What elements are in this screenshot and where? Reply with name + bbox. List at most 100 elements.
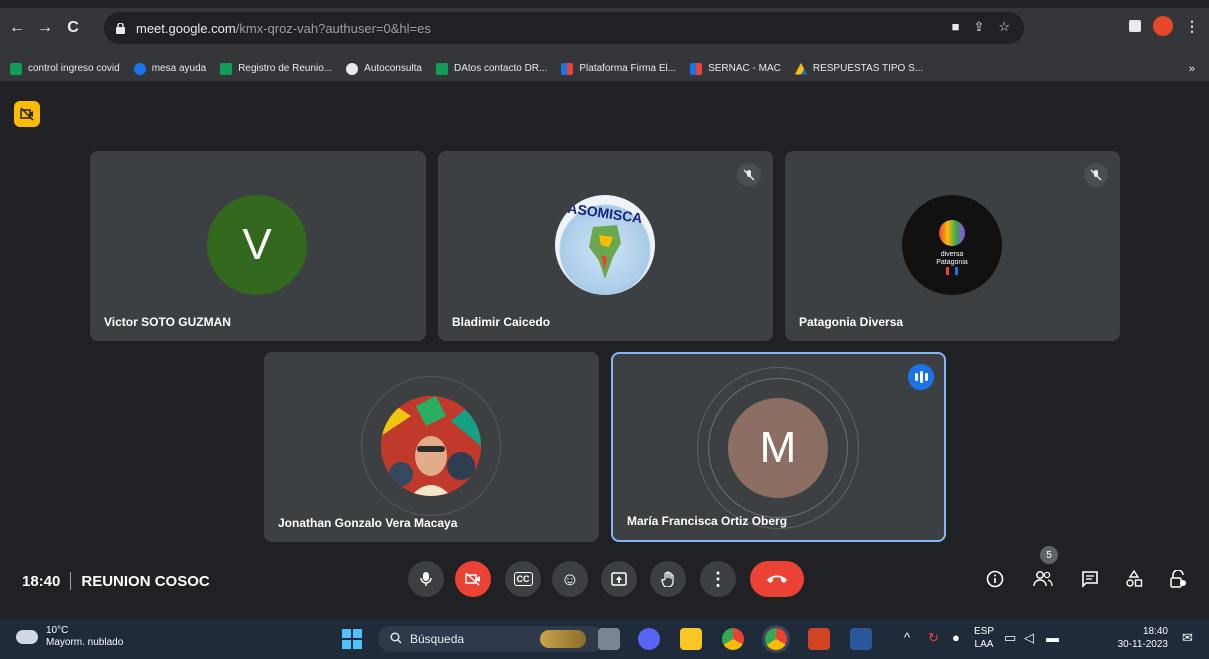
window-icon[interactable] <box>1129 20 1141 32</box>
lock-icon <box>116 22 126 34</box>
participant-tile[interactable]: Jonathan Gonzalo Vera Macaya <box>264 352 599 542</box>
battery-icon[interactable]: ▬ <box>1046 630 1059 645</box>
bookmark-star-icon[interactable]: ☆ <box>998 19 1010 35</box>
address-bar[interactable]: meet.google.com /kmx-qroz-vah?authuser=0… <box>104 12 1024 44</box>
reload-button[interactable]: C <box>62 17 84 39</box>
host-controls-button[interactable] <box>1166 567 1190 591</box>
info-icon <box>986 570 1004 588</box>
emoji-icon: ☺ <box>560 568 580 589</box>
browser-menu-icon[interactable]: ⋮ <box>1185 18 1199 35</box>
taskbar-search[interactable]: Búsqueda <box>378 626 604 652</box>
sync-icon[interactable]: ↻ <box>928 630 939 646</box>
bookmark-item[interactable]: Autoconsulta <box>346 62 422 75</box>
task-view-icon[interactable] <box>598 628 620 650</box>
address-row: ← → C meet.google.com /kmx-qroz-vah?auth… <box>0 12 1209 44</box>
search-icon <box>390 632 402 647</box>
participant-name: Bladimir Caicedo <box>452 315 551 329</box>
bookmarks-bar: control ingreso covid mesa ayuda Registr… <box>0 56 1209 82</box>
network-icon[interactable]: ▭ <box>1004 630 1016 646</box>
more-vert-icon: ⋮ <box>709 568 727 589</box>
mic-icon <box>420 572 432 586</box>
tray-overflow-icon[interactable]: ^ <box>904 630 910 645</box>
camera-off-icon <box>465 572 480 586</box>
teams-chat-icon[interactable] <box>638 628 660 650</box>
muted-mic-icon <box>1084 163 1108 187</box>
participant-tile[interactable]: V Victor SOTO GUZMAN <box>90 151 426 341</box>
file-explorer-icon[interactable] <box>680 628 702 650</box>
bookmark-item[interactable]: DAtos contacto DR... <box>435 62 547 75</box>
raise-hand-button[interactable] <box>650 561 686 597</box>
divider <box>70 572 72 590</box>
bookmark-item[interactable]: Plataforma Firma El... <box>561 62 676 75</box>
start-button[interactable] <box>342 629 362 649</box>
bookmark-item[interactable]: SERNAC - MAC <box>690 62 781 75</box>
more-options-button[interactable]: ⋮ <box>700 561 736 597</box>
bookmark-item[interactable]: control ingreso covid <box>10 62 120 75</box>
meeting-title: REUNION COSOC <box>81 572 210 590</box>
participant-name: Patagonia Diversa <box>799 315 904 329</box>
bookmark-item[interactable]: RESPUESTAS TIPO S... <box>794 62 923 75</box>
notifications-icon[interactable]: ✉ <box>1182 630 1193 646</box>
volume-icon[interactable]: ◁ <box>1024 630 1034 646</box>
meeting-time: 18:40 <box>22 572 61 590</box>
chrome-active-icon[interactable] <box>765 628 787 650</box>
os-taskbar: 10°C Mayorm. nublado Búsqueda ^ ↻ ● ESP … <box>0 619 1209 659</box>
captions-button[interactable]: CC <box>505 561 541 597</box>
bookmark-item[interactable]: mesa ayuda <box>133 62 206 75</box>
reactions-button[interactable]: ☺ <box>552 561 588 597</box>
bookmarks-overflow-button[interactable]: » <box>1189 63 1195 75</box>
bookmark-favicon-icon <box>435 62 448 75</box>
bookmark-favicon-icon <box>10 62 22 75</box>
people-button[interactable] <box>1031 567 1055 591</box>
lock-person-icon <box>1170 570 1186 588</box>
camera-in-use-icon[interactable]: ■ <box>952 19 960 35</box>
search-highlight-icon <box>540 630 586 648</box>
url-host: meet.google.com <box>136 20 236 36</box>
back-button[interactable]: ← <box>6 17 28 39</box>
participant-name: Victor SOTO GUZMAN <box>104 315 231 329</box>
url-path: /kmx-qroz-vah?authuser=0&hl=es <box>235 20 431 36</box>
camera-off-indicator-icon[interactable] <box>14 101 40 127</box>
microphone-button[interactable] <box>408 561 444 597</box>
bookmark-item[interactable]: Registro de Reunio... <box>220 62 332 75</box>
present-screen-button[interactable] <box>601 561 637 597</box>
chat-icon <box>1082 571 1098 588</box>
activities-icon <box>1126 570 1143 587</box>
powerpoint-icon[interactable] <box>808 628 830 650</box>
camera-toggle-button[interactable] <box>455 561 491 597</box>
participant-tile[interactable]: diversa Patagonia Patagonia Diversa <box>785 151 1120 341</box>
word-icon[interactable] <box>850 628 872 650</box>
speaking-indicator-icon <box>908 364 934 390</box>
participant-name: Jonathan Gonzalo Vera Macaya <box>278 516 458 530</box>
present-icon <box>611 572 627 586</box>
cloud-icon <box>16 630 38 644</box>
end-call-button[interactable] <box>750 561 804 597</box>
activities-button[interactable] <box>1122 567 1146 591</box>
participant-tile[interactable]: ASOMISCA Bladimir Caicedo <box>438 151 773 341</box>
input-language[interactable]: ESP LAA <box>974 625 994 651</box>
microphone-tray-icon[interactable]: ● <box>952 630 960 645</box>
tab-strip <box>0 0 1209 8</box>
forward-button[interactable]: → <box>34 17 56 39</box>
avatar <box>381 396 481 496</box>
muted-mic-icon <box>737 163 761 187</box>
avatar: diversa Patagonia <box>902 195 1002 295</box>
participant-tile-active-speaker[interactable]: M María Francisca Ortiz Oberg <box>611 352 946 542</box>
drive-icon <box>794 62 807 75</box>
bookmark-favicon-icon <box>690 62 703 75</box>
temperature: 10°C <box>46 625 69 636</box>
share-icon[interactable]: ⇪ <box>973 19 984 35</box>
avatar: ASOMISCA <box>555 195 655 295</box>
hand-icon <box>661 571 674 587</box>
bookmark-favicon-icon <box>220 62 233 75</box>
weather-widget[interactable]: 10°C Mayorm. nublado <box>16 625 123 649</box>
meeting-info-button[interactable] <box>983 567 1007 591</box>
captions-icon: CC <box>513 572 533 586</box>
people-icon <box>1033 571 1053 587</box>
chrome-icon[interactable] <box>722 628 744 650</box>
browser-toolbar: ← → C meet.google.com /kmx-qroz-vah?auth… <box>0 0 1209 56</box>
meet-stage: V Victor SOTO GUZMAN ASOMISCA Bladimir C… <box>0 83 1209 619</box>
profile-avatar[interactable] <box>1153 16 1173 36</box>
system-clock[interactable]: 18:40 30-11-2023 <box>1110 625 1168 651</box>
chat-button[interactable] <box>1078 567 1102 591</box>
